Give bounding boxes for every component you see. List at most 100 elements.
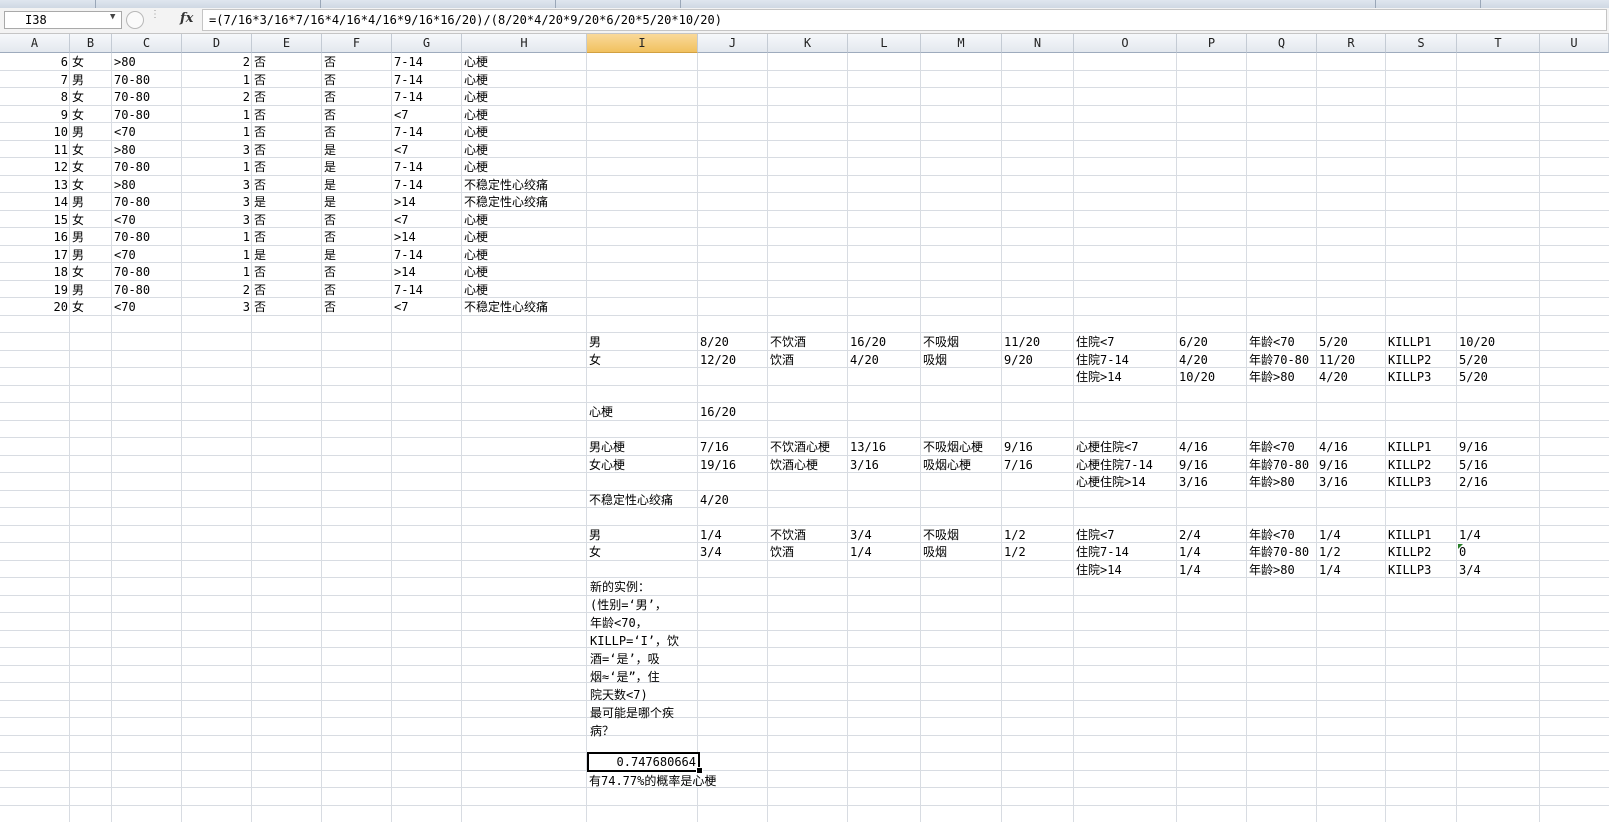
cell-h[interactable]: 不稳定性心绞痛 (462, 298, 712, 316)
cell-h[interactable]: 心梗 (462, 88, 712, 106)
cell-b[interactable]: 男 (70, 193, 112, 211)
cell-h[interactable]: 心梗 (462, 158, 712, 176)
cell-c[interactable]: 70-80 (112, 106, 182, 124)
cell-a[interactable]: 20 (0, 298, 70, 316)
cell-b[interactable]: 女 (70, 211, 112, 229)
cell-t[interactable]: 1/4 (1457, 526, 1580, 544)
cell-g[interactable]: <7 (392, 106, 462, 124)
column-header-g[interactable]: G (392, 34, 462, 53)
cell-g[interactable]: 7-14 (392, 88, 462, 106)
column-header-u[interactable]: U (1540, 34, 1609, 53)
cell-f[interactable]: 否 (322, 211, 392, 229)
cell-e[interactable]: 否 (252, 71, 322, 89)
column-header-h[interactable]: H (462, 34, 587, 53)
cell-h[interactable]: 心梗 (462, 141, 712, 159)
cell-a[interactable]: 10 (0, 123, 70, 141)
cell-g[interactable]: >14 (392, 193, 462, 211)
cell-g[interactable]: 7-14 (392, 123, 462, 141)
cell-f[interactable]: 否 (322, 53, 392, 71)
cell-c[interactable]: 70-80 (112, 281, 182, 299)
cell-d[interactable]: 1 (182, 71, 252, 89)
cell-c[interactable]: 70-80 (112, 193, 182, 211)
column-header-a[interactable]: A (0, 34, 70, 53)
column-header-i[interactable]: I (587, 34, 698, 53)
column-header-t[interactable]: T (1457, 34, 1540, 53)
column-header-j[interactable]: J (698, 34, 768, 53)
cell-a[interactable]: 17 (0, 246, 70, 264)
selected-cell-i38[interactable]: 0.747680664 (587, 752, 700, 772)
cell-f[interactable]: 否 (322, 106, 392, 124)
cell-d[interactable]: 2 (182, 281, 252, 299)
cell-f[interactable]: 是 (322, 193, 392, 211)
cell-c[interactable]: 70-80 (112, 158, 182, 176)
cell-e[interactable]: 否 (252, 88, 322, 106)
cell-d[interactable]: 3 (182, 298, 252, 316)
cell-h[interactable]: 不稳定性心绞痛 (462, 176, 712, 194)
cell-c[interactable]: 70-80 (112, 88, 182, 106)
question-note[interactable]: 新的实例： (性别=‘男’， 年龄<70， KILLP=‘I’，饮 酒=‘是’，… (590, 578, 697, 740)
cell-c[interactable]: >80 (112, 176, 182, 194)
cell-t[interactable]: 10/20 (1457, 333, 1580, 351)
cell-a[interactable]: 16 (0, 228, 70, 246)
cell-e[interactable]: 否 (252, 141, 322, 159)
cell-a[interactable]: 13 (0, 176, 70, 194)
chevron-down-icon[interactable]: ▼ (110, 12, 115, 22)
cell-a[interactable]: 12 (0, 158, 70, 176)
cell-h[interactable]: 心梗 (462, 53, 712, 71)
cell-t[interactable]: 3/4 (1457, 561, 1580, 579)
cell-e[interactable]: 是 (252, 193, 322, 211)
cell-b[interactable]: 女 (70, 176, 112, 194)
formula-input[interactable]: =(7/16*3/16*7/16*4/16*4/16*9/16*16/20)/(… (202, 9, 1607, 31)
cell-f[interactable]: 否 (322, 71, 392, 89)
cell-g[interactable]: >14 (392, 263, 462, 281)
cell-f[interactable]: 否 (322, 88, 392, 106)
cell-f[interactable]: 否 (322, 281, 392, 299)
cell-f[interactable]: 是 (322, 158, 392, 176)
cell-g[interactable]: 7-14 (392, 246, 462, 264)
cell-t[interactable]: 9/16 (1457, 438, 1580, 456)
cell-a[interactable]: 15 (0, 211, 70, 229)
cell-b[interactable]: 女 (70, 88, 112, 106)
cell-e[interactable]: 否 (252, 176, 322, 194)
cell-c[interactable]: 70-80 (112, 228, 182, 246)
cell-h[interactable]: 心梗 (462, 281, 712, 299)
column-header-f[interactable]: F (322, 34, 392, 53)
column-header-o[interactable]: O (1074, 34, 1177, 53)
cell-a[interactable]: 6 (0, 53, 70, 71)
cell-c[interactable]: 70-80 (112, 263, 182, 281)
column-header-p[interactable]: P (1177, 34, 1247, 53)
cell-e[interactable]: 否 (252, 281, 322, 299)
cell-b[interactable]: 男 (70, 71, 112, 89)
conclusion-text[interactable]: 有74.77%的概率是心梗 (587, 772, 787, 790)
cell-t[interactable]: 2/16 (1457, 473, 1580, 491)
cell-b[interactable]: 男 (70, 246, 112, 264)
cell-a[interactable]: 18 (0, 263, 70, 281)
column-header-k[interactable]: K (768, 34, 848, 53)
column-header-n[interactable]: N (1002, 34, 1074, 53)
cell-h[interactable]: 心梗 (462, 71, 712, 89)
cell-g[interactable]: 7-14 (392, 53, 462, 71)
cell-f[interactable]: 是 (322, 246, 392, 264)
cell-e[interactable]: 否 (252, 228, 322, 246)
cell-b[interactable]: 女 (70, 263, 112, 281)
column-header-s[interactable]: S (1386, 34, 1457, 53)
splitter-handle-icon[interactable]: ⋮ (150, 9, 174, 29)
column-header-r[interactable]: R (1317, 34, 1386, 53)
cell-h[interactable]: 心梗 (462, 263, 712, 281)
cell-g[interactable]: <7 (392, 141, 462, 159)
cell-b[interactable]: 女 (70, 53, 112, 71)
cell-d[interactable]: 1 (182, 158, 252, 176)
cell-g[interactable]: 7-14 (392, 158, 462, 176)
column-header-e[interactable]: E (252, 34, 322, 53)
cell-t[interactable]: 5/20 (1457, 368, 1580, 386)
insert-function-icon[interactable]: fx (180, 11, 200, 29)
cell-h[interactable]: 心梗 (462, 246, 712, 264)
name-box[interactable]: I38 (4, 11, 122, 29)
cell-c[interactable]: 70-80 (112, 71, 182, 89)
cell-d[interactable]: 2 (182, 53, 252, 71)
cell-j[interactable]: 4/20 (698, 491, 808, 509)
cell-c[interactable]: <70 (112, 298, 182, 316)
cell-c[interactable]: >80 (112, 53, 182, 71)
cancel-entry-icon[interactable] (126, 11, 144, 29)
cell-e[interactable]: 否 (252, 263, 322, 281)
